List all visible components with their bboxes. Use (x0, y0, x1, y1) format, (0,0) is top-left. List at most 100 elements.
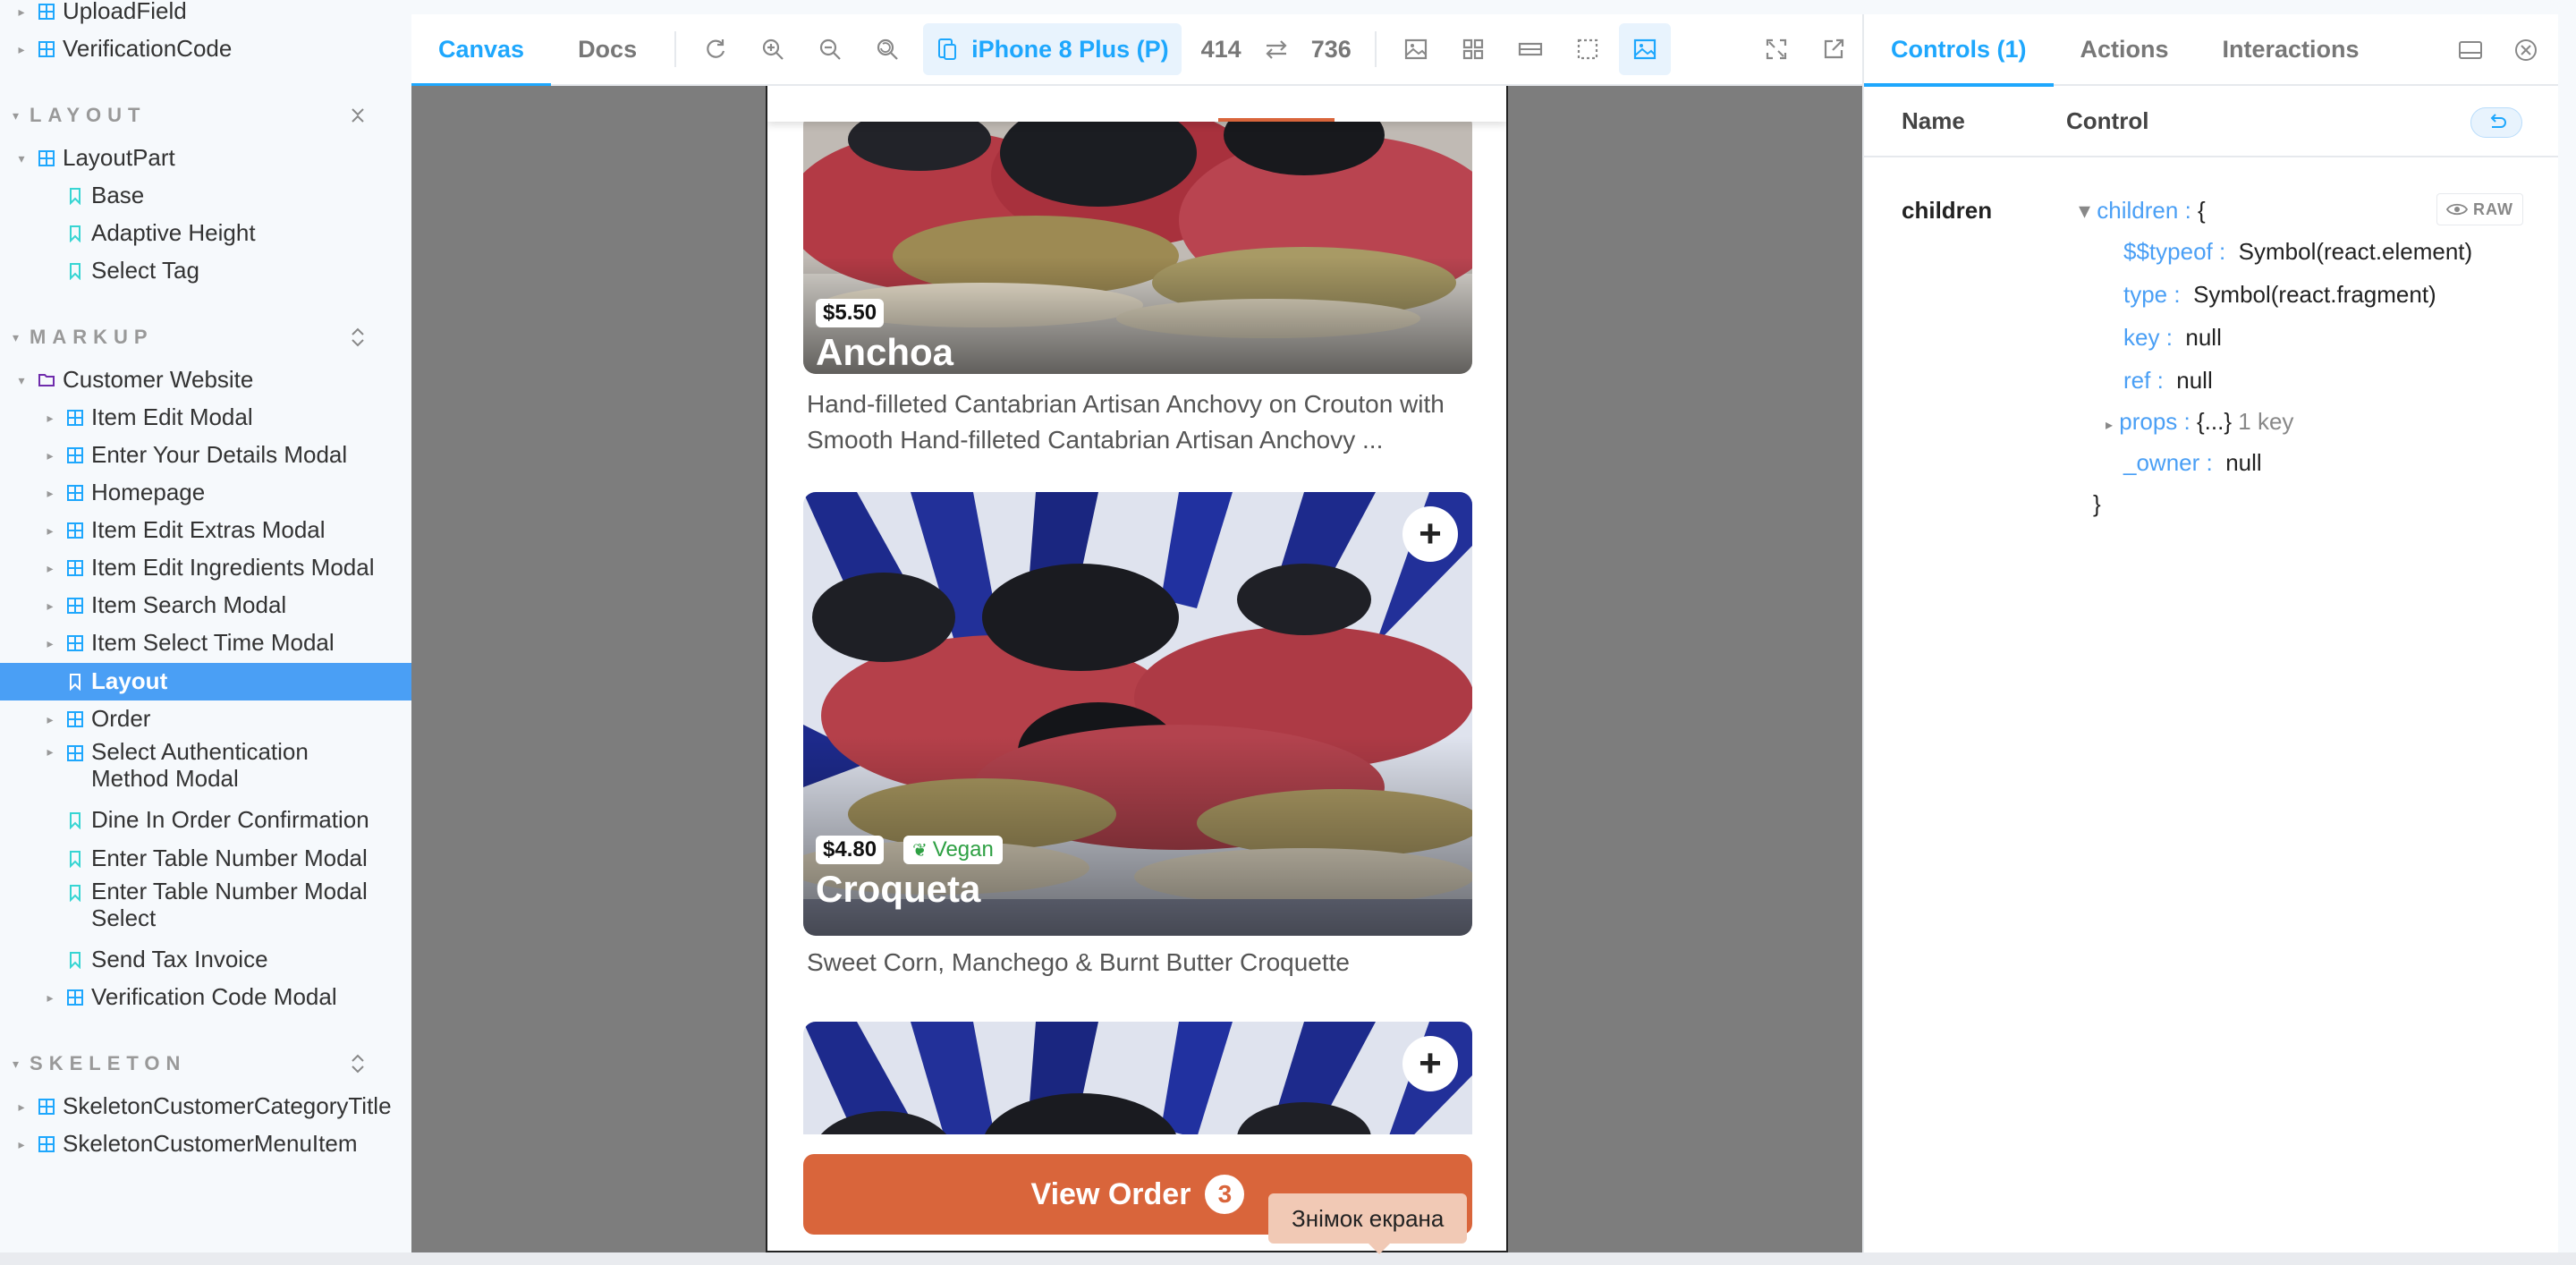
bookmark-icon (59, 850, 91, 868)
controls-table-header: Name Control (1864, 86, 2558, 157)
tree-group-customer-website[interactable]: ▾ Customer Website (13, 361, 253, 399)
section-header-markup[interactable]: ▾ MARKUP (13, 324, 154, 351)
caret-right-icon: ▸ (47, 711, 54, 726)
tree-item-item-select-time-modal[interactable]: ▸ Item Select Time Modal (41, 624, 334, 662)
bookmark-icon (59, 884, 91, 902)
tree-story-enter-table-number-modal[interactable]: Enter Table Number Modal (41, 840, 368, 878)
device-preview-frame: $5.50 Anchoa Hand-filleted Cantabrian Ar… (766, 86, 1508, 1252)
bookmark-icon (59, 187, 91, 205)
json-entry: key : null (2123, 324, 2222, 351)
toolbar-divider (1374, 31, 1377, 67)
plus-icon: + (1419, 1041, 1442, 1085)
collapse-all-icon[interactable] (347, 102, 369, 129)
json-entry-props[interactable]: ▸ props : {...} 1 key (2106, 408, 2293, 436)
zoom-reset-icon[interactable] (859, 13, 916, 85)
outline-icon[interactable] (1559, 13, 1616, 85)
canvas-toolbar: Canvas Docs iPhone 8 Plus (P) 414 736 (411, 13, 1862, 87)
tree-story-send-tax-invoice[interactable]: Send Tax Invoice (41, 941, 268, 979)
tab-interactions[interactable]: Interactions (2196, 13, 2386, 85)
caret-down-icon: ▾ (18, 150, 25, 166)
tab-docs[interactable]: Docs (551, 13, 664, 85)
tree-story-layout-selected[interactable]: Layout (0, 663, 411, 700)
json-close-brace: } (2093, 490, 2101, 517)
close-icon[interactable] (2510, 34, 2542, 66)
screenshot-tooltip: Знімок екрана (1268, 1193, 1468, 1254)
mobile-device-icon (938, 38, 957, 60)
caret-right-icon: ▸ (18, 1136, 25, 1151)
rotate-swap-icon[interactable] (1254, 13, 1299, 85)
tree-item-enter-your-details-modal[interactable]: ▸ Enter Your Details Modal (41, 437, 347, 474)
background-icon[interactable] (1387, 13, 1445, 85)
tree-item-skeleton-menu-item[interactable]: ▸ SkeletonCustomerMenuItem (13, 1125, 357, 1163)
add-to-order-button[interactable]: + (1402, 1036, 1458, 1091)
panel-position-icon[interactable] (2454, 34, 2487, 66)
expand-all-icon[interactable] (347, 324, 369, 351)
category-tabs-bar (767, 86, 1506, 122)
section-header-skeleton[interactable]: ▾ SKELETON (13, 1050, 186, 1077)
zoom-in-icon[interactable] (744, 13, 801, 85)
add-to-order-button[interactable]: + (1402, 506, 1458, 562)
tree-item-select-authentication-method-modal[interactable]: ▸ Select Authentication Method Modal (41, 738, 351, 794)
vegan-badge: ❦ Vegan (903, 836, 1003, 864)
tree-item-verificationcode[interactable]: ▸ VerificationCode (13, 30, 232, 68)
menu-item-title: Anchoa (816, 331, 954, 373)
device-selector-button[interactable]: iPhone 8 Plus (P) (923, 23, 1182, 75)
tree-item-order[interactable]: ▸ Order (41, 700, 150, 738)
grid-icon[interactable] (1445, 13, 1502, 85)
tree-item-layoutpart[interactable]: ▾ LayoutPart (13, 140, 174, 177)
tree-item-skeleton-category-title[interactable]: ▸ SkeletonCustomerCategoryTitle (13, 1088, 391, 1125)
fullscreen-icon[interactable] (1748, 13, 1805, 85)
tree-item-item-edit-extras-modal[interactable]: ▸ Item Edit Extras Modal (41, 512, 325, 549)
tab-actions[interactable]: Actions (2054, 13, 2196, 85)
caret-right-icon: ▸ (47, 447, 54, 463)
menu-item-card[interactable]: + $4.80 ❦ Vegan Croqueta (803, 492, 1472, 936)
tree-story-select-tag[interactable]: Select Tag (41, 252, 199, 290)
zoom-out-icon[interactable] (801, 13, 859, 85)
reset-controls-button[interactable] (2470, 107, 2522, 138)
price-badge: $5.50 (816, 299, 885, 327)
component-icon (30, 40, 63, 58)
json-entry: _owner : null (2123, 449, 2262, 476)
tree-item-homepage[interactable]: ▸ Homepage (41, 474, 205, 512)
component-icon (59, 522, 91, 539)
caret-down-icon: ▾ (2079, 197, 2091, 224)
tab-canvas[interactable]: Canvas (411, 13, 552, 87)
measure-icon[interactable] (1502, 13, 1559, 85)
tree-story-dine-in-order-confirmation[interactable]: Dine In Order Confirmation (41, 802, 369, 839)
reload-icon[interactable] (687, 13, 744, 85)
component-icon (59, 744, 91, 762)
tree-story-enter-table-number-modal-select[interactable]: Enter Table Number Modal Select (41, 878, 411, 934)
tree-item-verification-code-modal[interactable]: ▸ Verification Code Modal (41, 979, 336, 1016)
tree-item-item-search-modal[interactable]: ▸ Item Search Modal (41, 587, 286, 624)
tree-story-base[interactable]: Base (41, 177, 144, 215)
tab-controls[interactable]: Controls (1) (1864, 13, 2054, 87)
tree-story-adaptive-height[interactable]: Adaptive Height (41, 215, 256, 252)
image-snapshot-icon[interactable] (1618, 23, 1671, 75)
viewport-width-value[interactable]: 414 (1189, 36, 1254, 64)
caret-right-icon: ▸ (47, 560, 54, 575)
column-header-control: Control (2066, 106, 2149, 134)
json-root-line[interactable]: ▾ children : { (2079, 197, 2206, 225)
tree-item-uploadfield[interactable]: ▸ UploadField (13, 0, 186, 30)
caret-right-icon: ▸ (47, 989, 54, 1005)
viewport-height-value[interactable]: 736 (1299, 36, 1364, 64)
json-entry: type : Symbol(react.fragment) (2123, 281, 2436, 308)
caret-right-icon: ▸ (18, 4, 25, 19)
control-prop-name: children (1902, 197, 1993, 224)
caret-right-icon: ▸ (18, 1099, 25, 1114)
section-header-layout[interactable]: ▾ LAYOUT (13, 102, 146, 129)
tree-item-item-edit-ingredients-modal[interactable]: ▸ Item Edit Ingredients Modal (41, 549, 374, 587)
raw-toggle-button[interactable]: RAW (2436, 193, 2523, 225)
expand-all-icon[interactable] (347, 1050, 369, 1077)
menu-item-card[interactable]: $5.50 Anchoa (803, 113, 1472, 374)
tree-item-item-edit-modal[interactable]: ▸ Item Edit Modal (41, 399, 252, 437)
undo-icon (2490, 114, 2506, 128)
addons-panel: Controls (1) Actions Interactions Name C… (1862, 14, 2558, 1252)
component-icon (59, 484, 91, 502)
open-new-tab-icon[interactable] (1805, 13, 1862, 85)
component-icon (59, 597, 91, 615)
component-icon (30, 149, 63, 167)
component-icon (59, 446, 91, 464)
json-entry: $$typeof : Symbol(react.element) (2123, 238, 2473, 265)
menu-item-description: Sweet Corn, Manchego & Burnt Butter Croq… (807, 948, 1350, 976)
